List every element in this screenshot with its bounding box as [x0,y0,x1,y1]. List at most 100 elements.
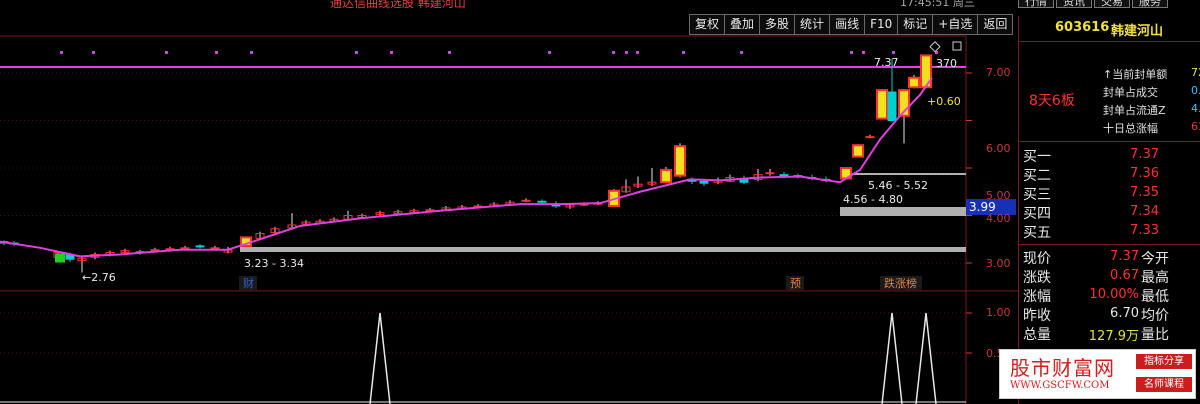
seal-label: 十日总涨幅 [1103,122,1158,135]
marker-diamond [929,41,941,53]
seal-label: 封单占流通Z [1103,104,1166,117]
candle-body [674,145,686,177]
candle-body [660,168,672,184]
quote-label: 均价 [1141,308,1169,324]
bid-price: 7.37 [1130,147,1159,162]
signal-dot [390,51,393,54]
toolbar-button-2[interactable]: 多股 [759,14,796,35]
bid-label: 买五 [1023,225,1051,241]
toolbar-button-7[interactable]: +自选 [932,14,979,35]
high-price-label: 7.37 [874,56,899,69]
signal-dot [862,51,865,54]
candle-body [908,76,920,89]
range3-label: 5.46 - 5.52 [868,179,928,192]
signal-dot [355,51,358,54]
candle-body [195,245,205,248]
watermark-badge-share[interactable]: 指标分享 [1136,354,1192,369]
quote-value: 10.00% [1089,287,1139,302]
toolbar-button-1[interactable]: 叠加 [724,14,761,35]
y-tick-label: 3.00 [986,257,1011,270]
bid-label: 买一 [1023,149,1051,165]
watermark-url: WWW.GSCFW.COM [1010,380,1110,391]
quote-label: 今开 [1141,251,1169,267]
toolbar-button-5[interactable]: F10 [864,14,899,35]
signal-dot [850,51,853,54]
quote-value: 6.70 [1110,306,1139,321]
corner-tab-1[interactable]: 资讯 [1056,0,1092,8]
candle-body [521,199,531,202]
toolbar-button-3[interactable]: 统计 [794,14,831,35]
marker-square [952,41,962,51]
bid-label: 买二 [1023,168,1051,184]
candle-body [887,91,897,121]
y-tick-label: 4.00 [986,212,1011,225]
low-price-label: ←2.76 [82,271,116,284]
event-tag: 跌涨榜 [884,276,917,290]
board-count-badge: 8天6板 [1029,93,1075,109]
quote-label: 涨跌 [1023,270,1051,286]
bid-label: 买三 [1023,187,1051,203]
seal-label: 封单占成交 [1103,86,1158,99]
watermark-title: 股市财富网 [1010,356,1115,380]
signal-dot [448,51,451,54]
watermark-badge-course[interactable]: 名师课程 [1136,377,1192,392]
signal-dot [215,51,218,54]
candle-body-green [55,253,65,263]
top-title: 通达信曲线选股 韩建河山 [330,0,466,10]
kline-chart[interactable]: ←2.76 3.23 - 3.34 4.56 - 4.805.46 - 5.52 7.… [0,0,1018,404]
quote-label: 最高 [1141,270,1169,286]
event-tag: 财 [243,276,254,290]
range-bar-1 [240,247,966,252]
quote-label: 总量 [1023,327,1051,343]
quote-value: 7.37 [1110,249,1139,264]
seal-value: 7230 [1191,66,1200,79]
toolbar-button-8[interactable]: 返回 [977,14,1014,35]
bid-price: 7.33 [1130,223,1159,238]
signal-dot [636,51,639,54]
bid-price: 7.34 [1130,204,1159,219]
lower-tick-label: 1.00 [986,306,1011,319]
toolbar-button-6[interactable]: 标记 [897,14,934,35]
divider [1019,141,1200,142]
y-tick-label: 7.00 [986,66,1011,79]
signal-dot [892,51,895,54]
high-suffix-label: 370 [936,57,957,70]
candle-body [852,144,864,158]
stock-code: 603616 [1055,20,1110,35]
bid-price: 7.36 [1130,166,1159,181]
kline-chart-area[interactable]: ←2.76 3.23 - 3.34 4.56 - 4.80 5.46 - 5.52 7.… [0,0,1018,404]
signal-dot [740,51,743,54]
signal-dot [625,51,628,54]
indicator-spike [369,312,391,404]
corner-tab-3[interactable]: 服务 [1132,0,1168,8]
seal-label: ↑当前封单额 [1103,68,1168,81]
event-tag: 预 [790,277,801,290]
y-tick-label: 6.00 [986,142,1011,155]
site-watermark[interactable]: 股市财富网 WWW.GSCFW.COM 指标分享 名师课程 [999,349,1196,399]
top-time: 17:45:51 周三 [900,0,975,9]
range2-label: 4.56 - 4.80 [843,193,903,206]
quote-value: 127.9万 [1088,329,1139,344]
toolbar-button-4[interactable]: 画线 [829,14,866,35]
corner-tab-2[interactable]: 交易 [1094,0,1130,8]
range-bar-3 [850,173,966,175]
seal-value: 61.6 [1191,120,1200,133]
range-bar-2 [840,207,966,216]
candle-body [876,89,888,120]
corner-tab-0[interactable]: 行情 [1018,0,1054,8]
signal-dot [92,51,95,54]
bid-price: 7.35 [1130,185,1159,200]
quote-value: 0.67 [1110,268,1139,283]
quote-label: 现价 [1023,251,1051,267]
signal-dot [165,51,168,54]
seal-value: 0.08 [1191,84,1200,97]
signal-dot [612,51,615,54]
quote-label: 昨收 [1023,308,1051,324]
moving-average-line [0,77,933,258]
y-tick-label: 5.00 [986,189,1011,202]
divider [1019,244,1200,245]
signal-dot [250,51,253,54]
seal-value: 4.0 [1191,102,1200,115]
quote-label: 涨幅 [1023,289,1051,305]
toolbar-button-0[interactable]: 复权 [689,14,726,35]
